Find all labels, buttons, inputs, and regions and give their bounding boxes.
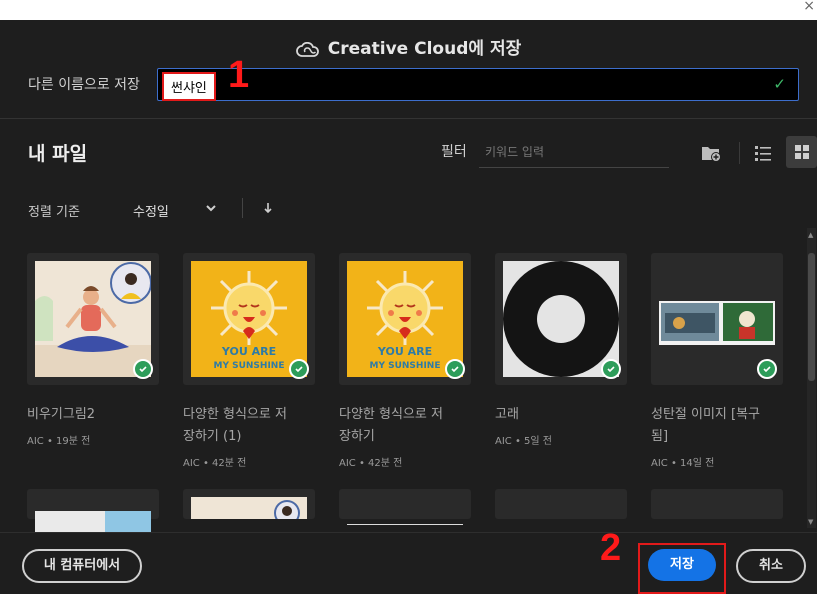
file-name-field[interactable]: 썬샤인 ✓ — [157, 68, 799, 101]
dialog-title-text: Creative Cloud에 저장 — [327, 39, 522, 59]
file-thumbnail — [191, 497, 307, 519]
from-my-computer-button[interactable]: 내 컴퓨터에서 — [22, 549, 142, 583]
file-card[interactable] — [495, 489, 627, 519]
sort-separator — [242, 198, 243, 218]
sort-direction-arrow-icon[interactable] — [262, 200, 274, 220]
file-meta: AIC • 42분 전 — [339, 458, 403, 469]
file-card[interactable] — [651, 253, 783, 385]
save-as-label: 다른 이름으로 저장 — [28, 77, 140, 93]
window-close-icon[interactable]: × — [803, 0, 815, 15]
svg-text:MY SUNSHINE: MY SUNSHINE — [214, 361, 285, 371]
file-thumbnail — [35, 511, 151, 533]
check-icon: ✓ — [773, 75, 786, 93]
file-name: 비우기그림2 — [27, 407, 96, 422]
synced-check-icon — [757, 359, 777, 379]
file-thumbnail — [503, 261, 619, 377]
file-thumbnail — [659, 261, 775, 377]
file-name-value[interactable]: 썬샤인 — [162, 72, 216, 101]
file-card[interactable] — [495, 253, 627, 385]
file-name: 다양한 형식으로 저 장하기 (1) — [183, 407, 287, 444]
creative-cloud-icon — [295, 41, 319, 57]
scroll-down-icon[interactable]: ▼ — [808, 518, 813, 526]
dialog-title: Creative Cloud에 저장 — [0, 34, 817, 59]
step-2-annotation: 2 — [600, 527, 622, 569]
step-1-annotation: 1 — [228, 54, 250, 96]
svg-text:MY SUNSHINE: MY SUNSHINE — [370, 361, 441, 371]
file-meta: AIC • 5일 전 — [495, 436, 552, 447]
filter-label: 필터 — [441, 144, 467, 160]
synced-check-icon — [289, 359, 309, 379]
sort-by-label: 정렬 기준 — [28, 205, 80, 220]
file-meta: AIC • 42분 전 — [183, 458, 247, 469]
window-top-strip: × — [0, 0, 817, 20]
file-card[interactable] — [339, 489, 471, 525]
save-button[interactable]: 저장 — [648, 549, 716, 581]
grid-view-icon[interactable] — [786, 136, 817, 168]
svg-text:YOU ARE: YOU ARE — [221, 345, 276, 358]
file-thumbnail — [347, 517, 463, 525]
toolbar-separator — [739, 142, 740, 164]
file-meta: AIC • 19분 전 — [27, 436, 91, 447]
section-divider — [0, 118, 817, 119]
sort-field-dropdown[interactable]: 수정일 — [133, 201, 169, 220]
file-list-scrollbar[interactable]: ▲ ▼ — [807, 228, 816, 528]
new-folder-icon[interactable] — [700, 142, 722, 164]
list-view-icon[interactable] — [752, 142, 774, 164]
dialog-footer: 내 컴퓨터에서 2 저장 취소 — [0, 527, 817, 594]
synced-check-icon — [601, 359, 621, 379]
file-name: 다양한 형식으로 저 장하기 — [339, 407, 443, 444]
chevron-down-icon[interactable] — [203, 200, 219, 220]
keyword-search-input[interactable]: 키워드 입력 — [479, 137, 669, 168]
synced-check-icon — [445, 359, 465, 379]
svg-text:YOU ARE: YOU ARE — [377, 345, 432, 358]
file-meta: AIC • 14일 전 — [651, 458, 715, 469]
file-card[interactable] — [27, 253, 159, 385]
file-thumbnail: YOU ARE MY SUNSHINE — [347, 261, 463, 377]
file-card[interactable]: YOU ARE MY SUNSHINE — [339, 253, 471, 385]
file-card[interactable] — [183, 489, 315, 519]
cancel-button[interactable]: 취소 — [736, 549, 806, 583]
file-thumbnail — [503, 519, 619, 525]
scroll-up-icon[interactable]: ▲ — [808, 231, 813, 239]
file-thumbnail — [35, 261, 151, 377]
file-card[interactable]: YOU ARE MY SUNSHINE — [183, 253, 315, 385]
file-name: 고래 — [495, 407, 519, 422]
file-card[interactable] — [27, 489, 159, 533]
file-name: 성탄절 이미지 [복구 됨] — [651, 407, 761, 444]
synced-check-icon — [133, 359, 153, 379]
file-card[interactable] — [651, 489, 783, 519]
search-placeholder: 키워드 입력 — [485, 145, 545, 159]
scrollbar-thumb[interactable] — [808, 253, 815, 381]
save-dialog: Creative Cloud에 저장 다른 이름으로 저장 썬샤인 ✓ 1 내 … — [0, 20, 817, 594]
my-files-heading: 내 파일 — [28, 143, 88, 165]
file-thumbnail: YOU ARE MY SUNSHINE — [191, 261, 307, 377]
